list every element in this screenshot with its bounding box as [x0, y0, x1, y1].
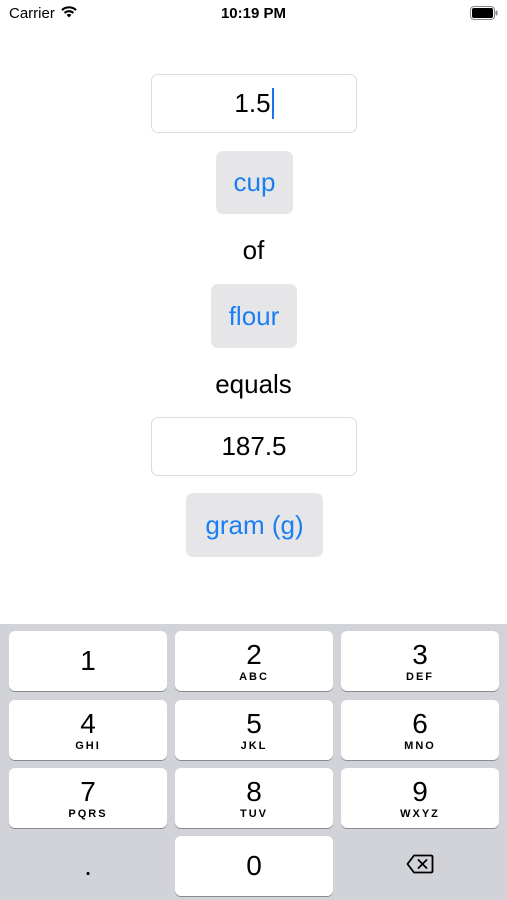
result-field[interactable]: 187.5: [151, 417, 357, 476]
key-6[interactable]: 6 MNO: [341, 700, 499, 760]
key-letters: ABC: [239, 670, 269, 683]
from-unit-button[interactable]: cup: [216, 151, 293, 214]
key-decimal[interactable]: .: [9, 836, 167, 896]
of-label: of: [242, 235, 265, 265]
key-digit: 7: [80, 775, 96, 807]
decimal-point-label: .: [84, 850, 92, 881]
amount-input[interactable]: 1.5: [151, 74, 357, 133]
key-2[interactable]: 2 ABC: [175, 631, 333, 691]
key-digit: 4: [80, 707, 96, 739]
text-cursor: [271, 88, 274, 119]
key-digit: 6: [412, 707, 428, 739]
key-digit: 9: [412, 775, 428, 807]
battery-icon: [470, 6, 498, 25]
key-5[interactable]: 5 JKL: [175, 700, 333, 760]
key-digit: 1: [80, 644, 96, 676]
delete-backspace-icon: [406, 854, 434, 879]
ingredient-button[interactable]: flour: [211, 284, 297, 348]
key-4[interactable]: 4 GHI: [9, 700, 167, 760]
status-time: 10:19 PM: [220, 5, 287, 22]
key-digit: 3: [412, 638, 428, 670]
key-digit: 8: [246, 775, 262, 807]
key-letters: GHI: [75, 739, 101, 752]
key-digit: 5: [246, 707, 262, 739]
numeric-keypad: 1 2 ABC 3 DEF 4 GHI 5 JKL 6 MNO 7 PQRS 8…: [0, 624, 507, 900]
key-7[interactable]: 7 PQRS: [9, 768, 167, 828]
key-1[interactable]: 1: [9, 631, 167, 691]
key-digit: 2: [246, 638, 262, 670]
key-0[interactable]: 0: [175, 836, 333, 896]
key-letters: TUV: [240, 807, 268, 820]
key-9[interactable]: 9 WXYZ: [341, 768, 499, 828]
key-letters: WXYZ: [400, 807, 440, 820]
key-letters: PQRS: [68, 807, 108, 820]
key-8[interactable]: 8 TUV: [175, 768, 333, 828]
key-digit: 0: [246, 850, 262, 881]
result-value: 187.5: [221, 431, 287, 461]
equals-label: equals: [215, 369, 292, 399]
delete-key[interactable]: [341, 836, 499, 896]
key-letters: JKL: [240, 739, 268, 752]
to-unit-button[interactable]: gram (g): [186, 493, 323, 557]
amount-input-value: 1.5: [234, 88, 271, 118]
key-letters: MNO: [404, 739, 436, 752]
status-bar: Carrier 10:19 PM: [0, 0, 507, 28]
key-letters: DEF: [406, 670, 434, 683]
key-3[interactable]: 3 DEF: [341, 631, 499, 691]
